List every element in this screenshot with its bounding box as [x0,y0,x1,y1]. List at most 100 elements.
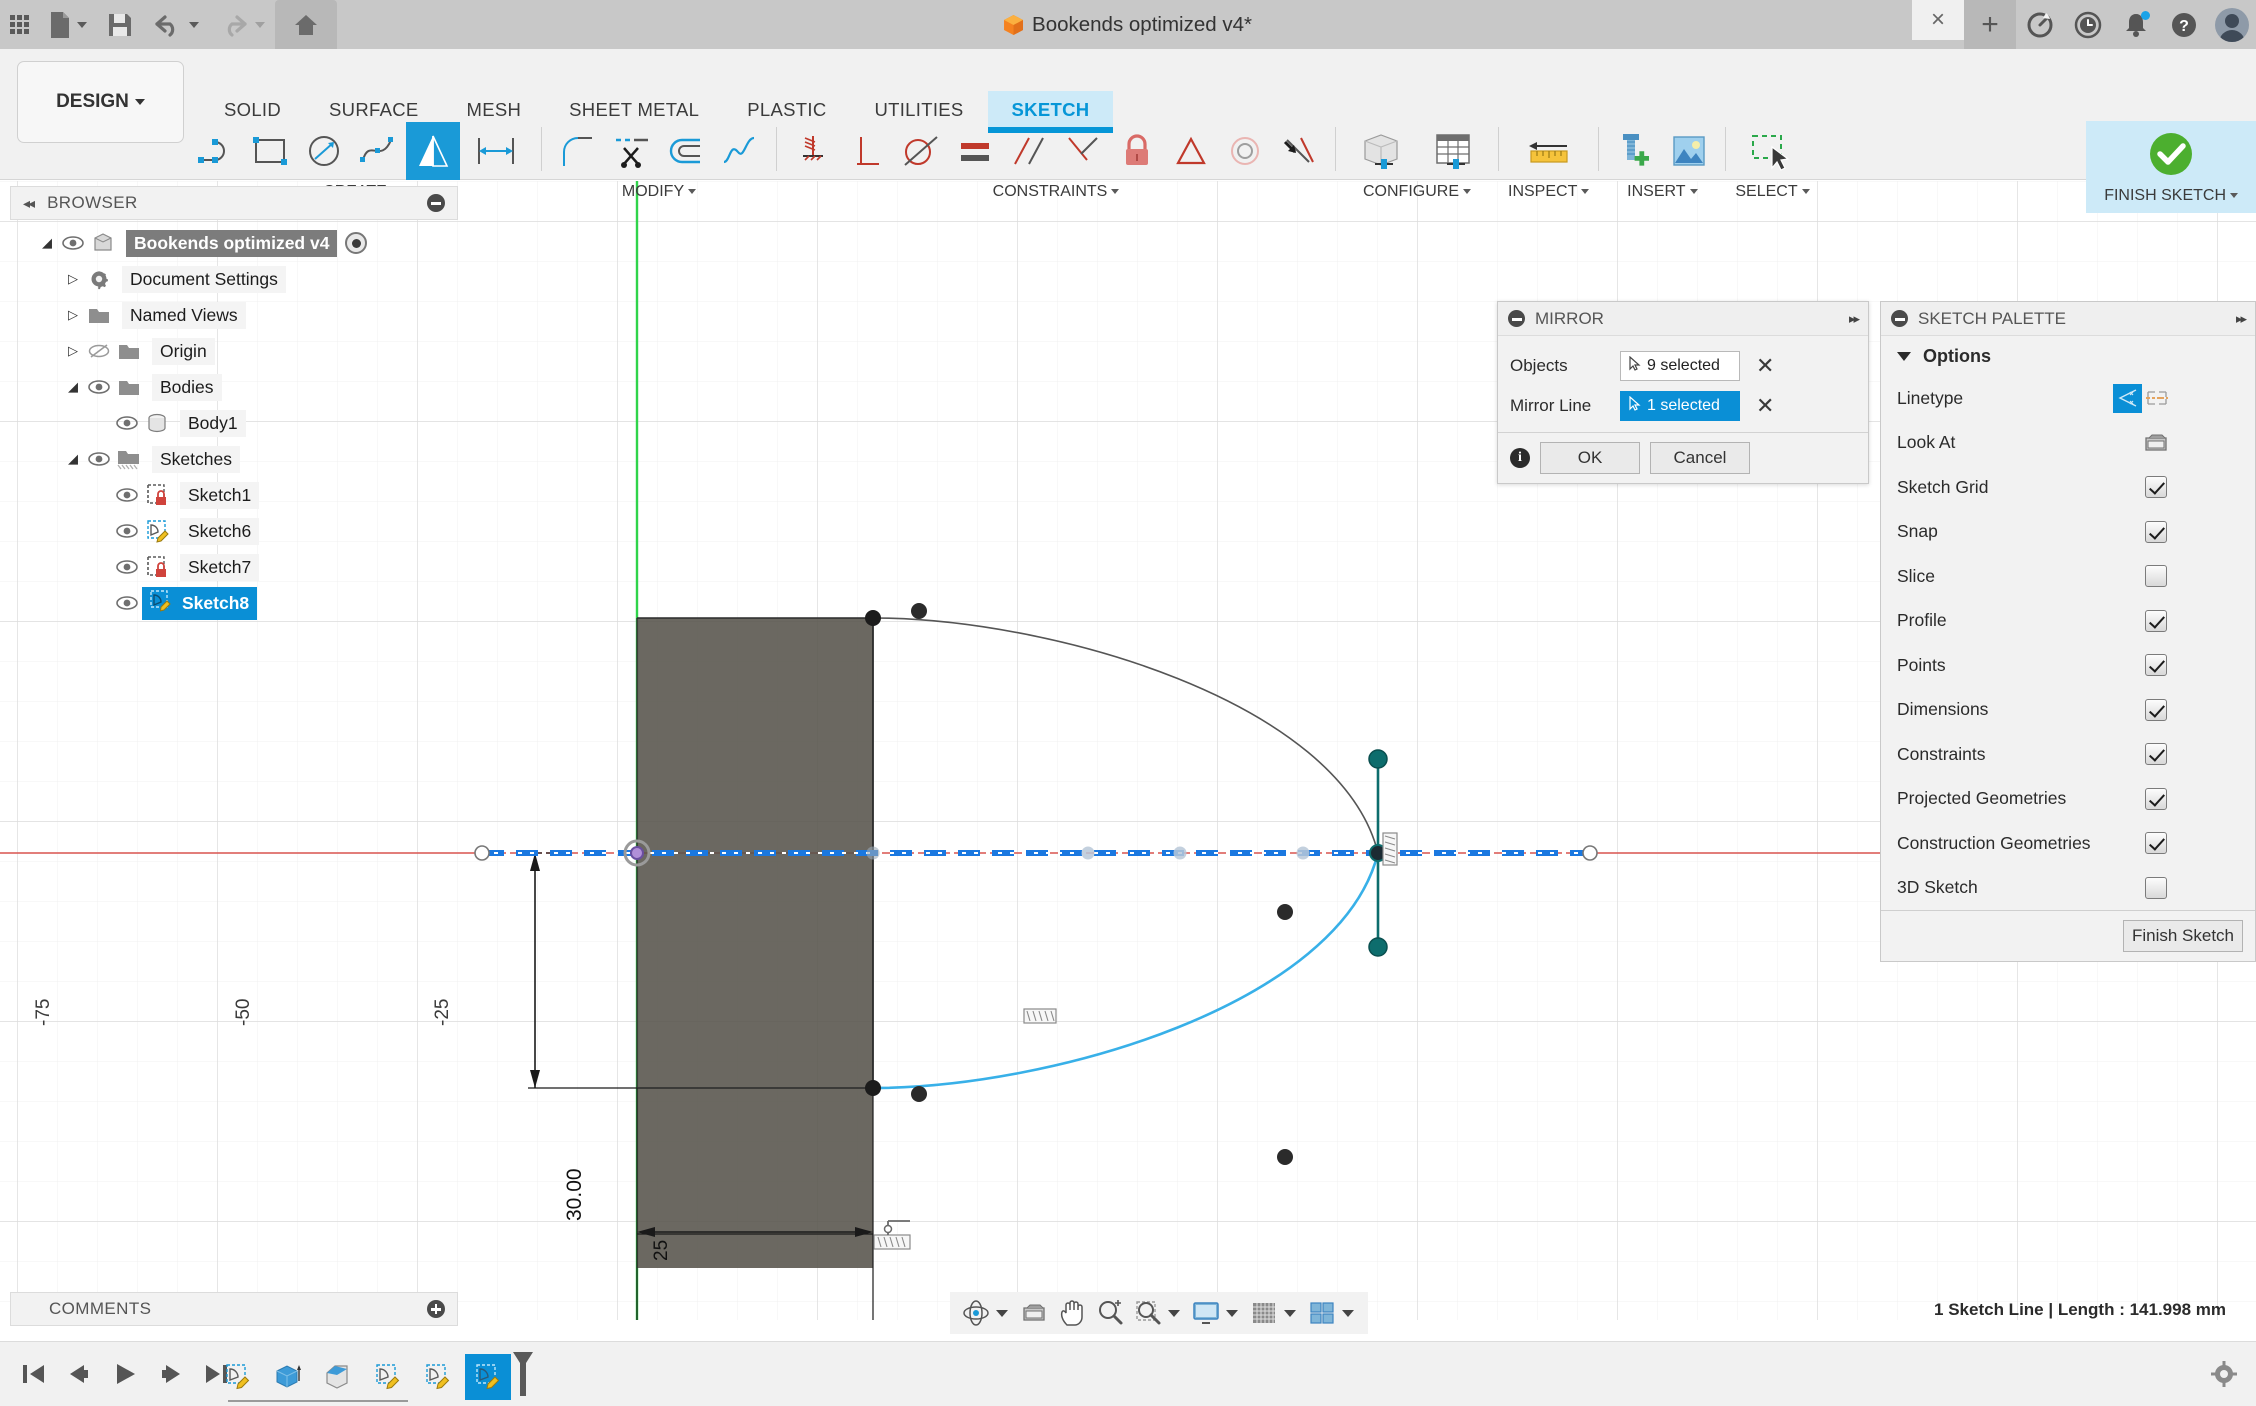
insert-image-icon[interactable] [1662,122,1716,180]
chevron-right-icon[interactable]: ▷ [62,307,84,323]
step-forward-icon[interactable] [152,1352,190,1396]
tree-item-sketch7[interactable]: Sketch7 [10,549,458,585]
tree-item-sketch6[interactable]: Sketch6 [10,513,458,549]
spline-icon[interactable] [352,122,406,180]
chevron-right-icon[interactable]: ▷ [62,271,84,287]
select-icon[interactable] [1736,122,1808,180]
coincident-icon[interactable] [1272,122,1326,180]
viewports-dropdown-caret-icon[interactable] [1342,1309,1354,1317]
tree-item-origin[interactable]: ▷ Origin [10,333,458,369]
play-icon[interactable] [106,1352,144,1396]
3d-sketch-checkbox[interactable] [2145,876,2167,899]
clock-icon[interactable] [2064,0,2112,49]
timeline-item-sketch[interactable] [215,1354,261,1400]
points-checkbox[interactable] [2145,654,2167,677]
finish-sketch-palette-button[interactable]: Finish Sketch [2123,920,2243,952]
finish-sketch-label[interactable]: FINISH SKETCH [2104,187,2238,205]
visibility-eye-icon[interactable] [112,560,142,574]
timeline-marker-icon[interactable] [511,1350,535,1403]
visibility-eye-icon[interactable] [112,488,142,502]
toolgroup-select-label[interactable]: SELECT [1735,183,1810,201]
timeline-item-extrude[interactable] [265,1354,311,1400]
visibility-eye-icon[interactable] [112,596,142,610]
viewports-icon[interactable] [1304,1295,1340,1331]
minus-circle-icon[interactable] [1891,310,1908,327]
construction-geometries-checkbox[interactable] [2145,832,2167,855]
tree-item-sketches[interactable]: ◢ Sketches [10,441,458,477]
toolgroup-modify-label[interactable]: MODIFY [622,183,697,201]
mirror-line-clear-icon[interactable]: ✕ [1756,393,1774,419]
minus-circle-icon[interactable] [427,194,445,212]
dimensions-checkbox[interactable] [2145,698,2167,721]
profile-checkbox[interactable] [2145,609,2167,632]
pan-icon[interactable] [1054,1295,1090,1331]
concentric-icon[interactable] [1218,122,1272,180]
zoom-icon[interactable] [1092,1295,1128,1331]
ok-button[interactable]: OK [1540,442,1640,474]
look-at-icon[interactable] [1016,1295,1052,1331]
circle-icon[interactable] [298,122,352,180]
fillet-icon[interactable] [551,122,605,180]
line-icon[interactable] [190,122,244,180]
mirror-icon[interactable] [406,122,460,180]
timeline-item-sketch-active[interactable] [465,1353,511,1400]
slice-checkbox[interactable] [2145,565,2167,588]
timeline-item-sketch[interactable] [365,1354,411,1400]
sketch-grid-checkbox[interactable] [2145,476,2167,499]
go-to-beginning-icon[interactable] [14,1352,52,1396]
orbit-dropdown-caret-icon[interactable] [996,1309,1008,1317]
fix-lock-icon[interactable] [1110,122,1164,180]
chevron-down-icon[interactable]: ◢ [62,451,84,467]
ground-icon[interactable] [786,122,840,180]
tree-item-named-views[interactable]: ▷ Named Views [10,297,458,333]
visibility-eye-icon[interactable] [84,380,114,394]
configure-body-icon[interactable] [1345,122,1417,180]
collapse-left-icon[interactable]: ◂◂ [23,195,35,212]
symmetry-icon[interactable] [1056,122,1110,180]
mirror-line-field[interactable]: 1 selected [1620,391,1740,421]
timeline-item-chamfer[interactable] [315,1354,361,1400]
perpendicular-icon[interactable] [840,122,894,180]
expand-right-icon[interactable]: ▸▸ [2236,311,2247,327]
orbit-icon[interactable] [958,1295,994,1331]
display-settings-icon[interactable] [1188,1295,1224,1331]
redo-icon[interactable] [209,0,275,49]
plus-circle-icon[interactable] [427,1300,445,1318]
workspace-selector[interactable]: DESIGN [17,61,184,143]
info-icon[interactable]: i [1510,448,1530,468]
home-icon[interactable] [275,0,337,49]
toolgroup-inspect-label[interactable]: INSPECT [1508,183,1590,201]
midpoint-icon[interactable] [1164,122,1218,180]
expand-right-icon[interactable]: ▸▸ [1849,311,1860,327]
options-section-header[interactable]: Options [1881,336,2255,376]
tree-item-body1[interactable]: Body1 [10,405,458,441]
apps-grid-icon[interactable] [0,0,39,49]
toolgroup-insert-label[interactable]: INSERT [1627,183,1698,201]
dimension-vertical-30[interactable]: 30.00 [563,1168,587,1221]
projected-geometries-checkbox[interactable] [2145,787,2167,810]
measure-icon[interactable] [1513,122,1585,180]
visibility-eye-icon[interactable] [112,524,142,538]
curvature-icon[interactable] [713,122,767,180]
construction-linetype-icon[interactable] [2142,384,2171,413]
cancel-button[interactable]: Cancel [1650,442,1750,474]
step-back-icon[interactable] [60,1352,98,1396]
tree-item-sketch1[interactable]: Sketch1 [10,477,458,513]
zoom-dropdown-caret-icon[interactable] [1168,1309,1180,1317]
help-icon[interactable]: ? [2160,0,2208,49]
normal-linetype-icon[interactable] [2113,383,2142,413]
finish-sketch-button[interactable]: FINISH SKETCH [2086,121,2256,213]
timeline-item-sketch[interactable] [415,1354,461,1400]
tree-item-bodies[interactable]: ◢ Bodies [10,369,458,405]
display-dropdown-caret-icon[interactable] [1226,1309,1238,1317]
avatar[interactable] [2208,0,2256,49]
mirror-objects-field[interactable]: 9 selected [1620,351,1740,381]
trim-icon[interactable] [605,122,659,180]
snap-checkbox[interactable] [2145,520,2167,543]
equal-icon[interactable] [948,122,1002,180]
comments-header[interactable]: COMMENTS [10,1292,458,1326]
visibility-eye-icon[interactable] [58,236,88,250]
insert-component-icon[interactable] [1608,122,1662,180]
visibility-eye-icon[interactable] [84,452,114,466]
new-file-icon[interactable] [39,0,97,49]
